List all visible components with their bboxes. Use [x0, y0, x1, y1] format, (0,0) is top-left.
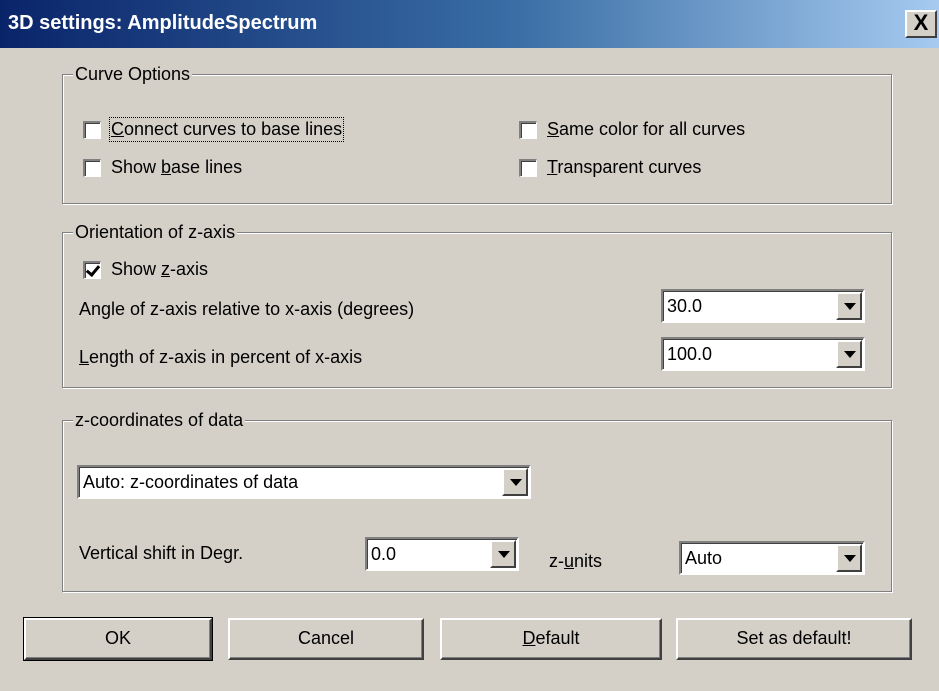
transparent-curves-label: Transparent curves: [547, 157, 701, 178]
length-label: Length of z-axis in percent of x-axis: [79, 347, 362, 368]
show-z-axis-label: Show z-axis: [111, 259, 208, 280]
label-part: ength of z-axis in percent of x-axis: [89, 347, 363, 367]
angle-label: Angle of z-axis relative to x-axis (degr…: [79, 299, 415, 319]
chevron-down-icon[interactable]: [836, 544, 862, 572]
label-part: nits: [574, 551, 603, 571]
show-z-axis-checkbox[interactable]: Show z-axis: [83, 259, 208, 280]
vshift-value: 0.0: [371, 544, 397, 564]
dialog-window: 3D settings: AmplitudeSpectrum X Curve O…: [0, 0, 939, 691]
angle-combobox[interactable]: 30.0: [661, 289, 865, 323]
checkbox-box[interactable]: [83, 120, 101, 139]
angle-value: 30.0: [667, 296, 703, 316]
zunits-value: Auto: [685, 548, 723, 568]
mnemonic: D: [522, 628, 536, 648]
curve-options-group: Curve Options Connect curves to base lin…: [62, 63, 892, 204]
label-part: Show: [111, 157, 162, 177]
label-part: efault: [535, 628, 580, 648]
checkbox-box[interactable]: [519, 158, 537, 177]
same-color-checkbox[interactable]: Same color for all curves: [519, 119, 745, 140]
close-icon: X: [913, 10, 929, 35]
label-part: z-: [549, 551, 564, 571]
orientation-legend: Orientation of z-axis: [73, 221, 238, 243]
mnemonic: L: [79, 347, 90, 367]
zcoords-legend: z-coordinates of data: [73, 409, 246, 431]
zcoords-mode-value: Auto: z-coordinates of data: [83, 472, 299, 492]
mnemonic: S: [547, 119, 560, 139]
label-part: -axis: [170, 259, 209, 279]
connect-curves-label: Connect curves to base lines: [108, 117, 345, 142]
cancel-button[interactable]: Cancel: [228, 618, 424, 660]
mnemonic: u: [564, 551, 575, 571]
orientation-group: Orientation of z-axis Show z-axis Angle …: [62, 221, 892, 388]
mnemonic: z: [161, 259, 171, 279]
vshift-combobox[interactable]: 0.0: [365, 537, 519, 571]
label-part: onnect curves to base lines: [124, 119, 343, 139]
default-button[interactable]: Default: [440, 618, 662, 660]
chevron-down-icon[interactable]: [490, 540, 516, 568]
mnemonic: T: [547, 157, 558, 177]
zunits-label: z-units: [549, 551, 602, 572]
connect-curves-checkbox[interactable]: Connect curves to base lines: [83, 117, 345, 142]
mnemonic: b: [161, 157, 172, 177]
transparent-curves-checkbox[interactable]: Transparent curves: [519, 157, 701, 178]
label-part: ransparent curves: [557, 157, 702, 177]
chevron-down-icon[interactable]: [502, 468, 528, 496]
label-part: ase lines: [171, 157, 243, 177]
show-base-lines-checkbox[interactable]: Show base lines: [83, 157, 242, 178]
zcoords-mode-combobox[interactable]: Auto: z-coordinates of data: [77, 465, 531, 499]
zcoords-group: z-coordinates of data Auto: z-coordinate…: [62, 409, 892, 592]
chevron-down-icon[interactable]: [836, 340, 862, 368]
close-button[interactable]: X: [905, 10, 937, 38]
chevron-down-icon[interactable]: [836, 292, 862, 320]
set-as-default-button[interactable]: Set as default!: [676, 618, 912, 660]
same-color-label: Same color for all curves: [547, 119, 745, 140]
label-part: ame color for all curves: [559, 119, 746, 139]
length-combobox[interactable]: 100.0: [661, 337, 865, 371]
length-value: 100.0: [667, 344, 713, 364]
label-part: Show: [111, 259, 162, 279]
curve-options-legend: Curve Options: [73, 63, 193, 85]
vshift-label: Vertical shift in Degr.: [79, 543, 244, 563]
show-base-lines-label: Show base lines: [111, 157, 242, 178]
checkbox-box[interactable]: [83, 158, 101, 177]
checkbox-box[interactable]: [519, 120, 537, 139]
window-title: 3D settings: AmplitudeSpectrum: [8, 12, 318, 34]
title-bar[interactable]: 3D settings: AmplitudeSpectrum X: [0, 0, 939, 48]
mnemonic: C: [111, 119, 124, 139]
zunits-combobox[interactable]: Auto: [679, 541, 865, 575]
checkbox-box[interactable]: [83, 260, 101, 279]
ok-button[interactable]: OK: [23, 617, 213, 661]
